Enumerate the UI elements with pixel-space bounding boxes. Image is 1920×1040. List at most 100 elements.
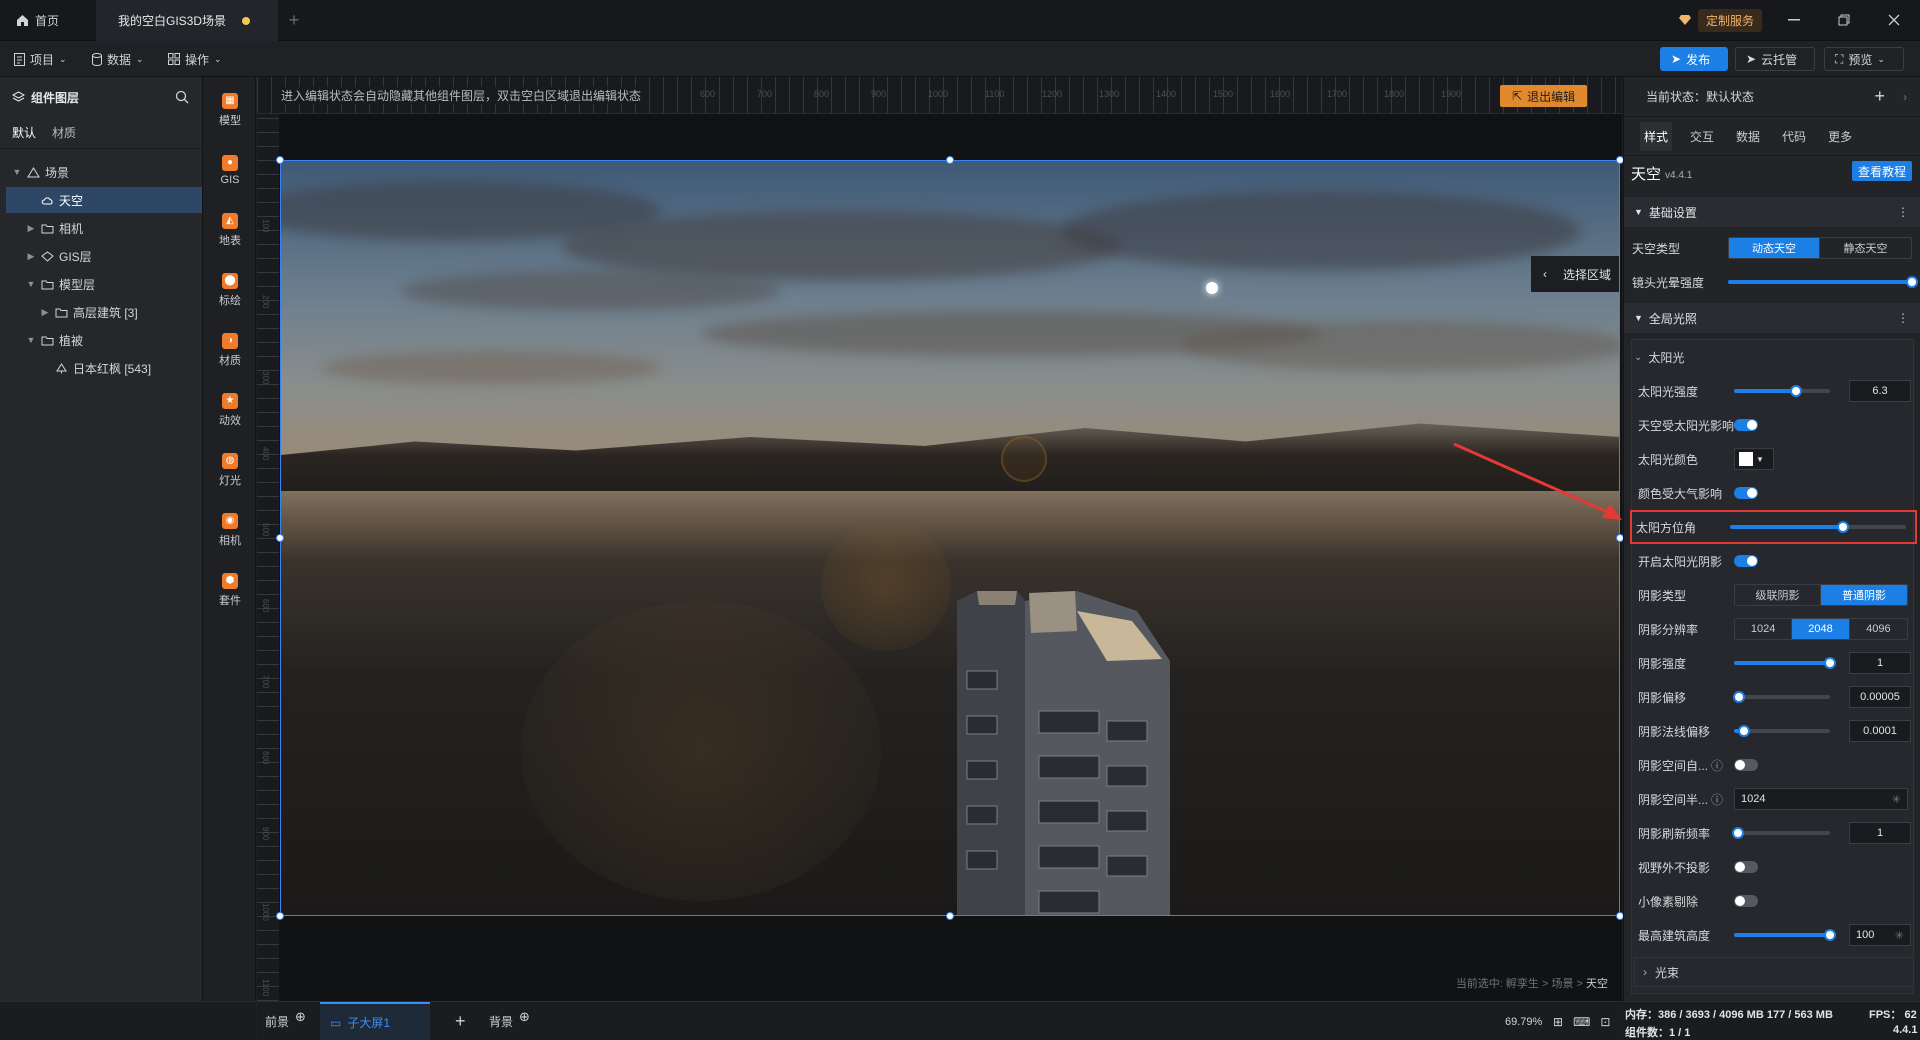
zoom-level[interactable]: 69.79%: [1505, 1002, 1542, 1040]
tree-item[interactable]: ▶ 高层建筑 [3]: [6, 299, 202, 325]
cloud-host-button[interactable]: ➤ 云托管: [1735, 47, 1815, 71]
tool-kit[interactable]: ⬢ 套件: [204, 565, 256, 615]
lens-flare-slider[interactable]: [1728, 276, 1918, 288]
resize-handle[interactable]: [276, 156, 284, 164]
tab-material[interactable]: 材质: [52, 124, 76, 141]
resize-handle[interactable]: [276, 912, 284, 920]
sun-color-picker[interactable]: ▼: [1734, 448, 1774, 470]
caret-down-icon[interactable]: ▼: [26, 335, 36, 345]
custom-service-button[interactable]: 定制服务: [1678, 8, 1763, 32]
background-tab[interactable]: 背景 ⊕: [489, 1002, 530, 1040]
caret-right-icon[interactable]: ▶: [40, 307, 50, 318]
caret-right-icon[interactable]: ▶: [26, 223, 36, 234]
beam-section-header[interactable]: › 光束: [1634, 957, 1914, 987]
sky-scene-viewport[interactable]: ‹ 选择区域: [280, 160, 1620, 916]
home-tab[interactable]: 首页: [16, 0, 59, 41]
more-vertical-icon[interactable]: ⋮: [1897, 205, 1909, 219]
preview-button[interactable]: ⛶ 预览 ⌄: [1824, 47, 1904, 71]
resize-handle[interactable]: [276, 534, 284, 542]
tool-model[interactable]: ▦ 模型: [204, 85, 256, 135]
add-circle-icon[interactable]: ⊕: [295, 1009, 306, 1025]
tool-effect[interactable]: ★ 动效: [204, 385, 256, 435]
restore-button[interactable]: [1824, 6, 1864, 34]
add-screen-button[interactable]: +: [455, 1002, 466, 1040]
tab-interaction[interactable]: 交互: [1686, 122, 1718, 151]
minimize-button[interactable]: [1774, 6, 1814, 34]
tool-gis[interactable]: ● GIS: [204, 145, 256, 195]
tab-default[interactable]: 默认: [12, 124, 36, 141]
max-building-input[interactable]: 100 ✳: [1849, 924, 1911, 946]
help-icon[interactable]: ⓘ: [1711, 791, 1723, 808]
chevron-right-icon[interactable]: ›: [1903, 90, 1907, 104]
tab-code[interactable]: 代码: [1778, 122, 1810, 151]
color-atmo-toggle[interactable]: [1734, 487, 1758, 499]
tab-style[interactable]: 样式: [1640, 121, 1673, 151]
tree-item[interactable]: ▼ 场景: [6, 159, 202, 185]
sky-type-static[interactable]: 静态天空: [1820, 238, 1911, 258]
sun-shadow-toggle[interactable]: [1734, 555, 1758, 567]
keyboard-icon[interactable]: ⌨: [1573, 1015, 1590, 1029]
shadow-res-2048[interactable]: 2048: [1792, 619, 1850, 639]
view-tutorial-button[interactable]: 查看教程: [1851, 161, 1912, 181]
basic-settings-header[interactable]: ▼ 基础设置 ⋮: [1624, 197, 1920, 227]
caret-right-icon[interactable]: ▶: [26, 251, 36, 262]
tree-item[interactable]: 日本红枫 [543]: [6, 355, 202, 381]
shadow-strength-input[interactable]: 1: [1849, 652, 1911, 674]
document-tab[interactable]: 我的空白GIS3D场景: [96, 0, 278, 41]
data-menu[interactable]: 数据 ⌄: [92, 41, 144, 77]
shadow-space-radius-input[interactable]: 1024 ✳: [1734, 788, 1908, 810]
tree-item[interactable]: ▼ 模型层: [6, 271, 202, 297]
more-vertical-icon[interactable]: ⋮: [1897, 311, 1909, 325]
shadow-refresh-input[interactable]: 1: [1849, 822, 1911, 844]
sunlight-header[interactable]: ⌄ 太阳光: [1634, 343, 1920, 371]
shadow-res-4096[interactable]: 4096: [1850, 619, 1907, 639]
tree-item[interactable]: ▼ 植被: [6, 327, 202, 353]
new-tab-button[interactable]: +: [276, 0, 312, 41]
add-state-button[interactable]: +: [1874, 86, 1885, 107]
project-menu[interactable]: 项目 ⌄: [14, 41, 67, 77]
shadow-normal-bias-slider[interactable]: [1734, 725, 1830, 737]
tree-item[interactable]: 天空: [6, 187, 202, 213]
shadow-type-normal[interactable]: 普通阴影: [1821, 585, 1907, 605]
tool-material[interactable]: ◑ 材质: [204, 325, 256, 375]
sky-affected-toggle[interactable]: [1734, 419, 1758, 431]
exit-edit-button[interactable]: ⇱ 退出编辑: [1500, 85, 1588, 107]
tree-item[interactable]: ▶ GIS层: [6, 243, 202, 269]
tool-marker[interactable]: ⬤ 标绘: [204, 265, 256, 315]
sub-screen-tab[interactable]: ▭ 子大屏1: [320, 1002, 430, 1040]
tool-light[interactable]: ◍ 灯光: [204, 445, 256, 495]
no-cast-outside-toggle[interactable]: [1734, 861, 1758, 873]
fit-screen-icon[interactable]: ⊞: [1553, 1015, 1563, 1029]
shadow-space-auto-toggle[interactable]: [1734, 759, 1758, 771]
help-icon[interactable]: ⓘ: [1711, 757, 1723, 774]
sun-azimuth-slider[interactable]: [1730, 521, 1906, 533]
caret-down-icon[interactable]: ▼: [12, 167, 22, 177]
close-button[interactable]: [1874, 6, 1914, 34]
sun-intensity-slider[interactable]: [1734, 385, 1830, 397]
tree-item[interactable]: ▶ 相机: [6, 215, 202, 241]
operate-menu[interactable]: 操作 ⌄: [168, 41, 222, 77]
current-state[interactable]: 当前状态：默认状态 + ›: [1624, 77, 1920, 117]
shadow-bias-slider[interactable]: [1732, 691, 1830, 703]
resize-handle[interactable]: [946, 912, 954, 920]
shadow-normal-bias-input[interactable]: 0.0001: [1849, 720, 1911, 742]
max-building-slider[interactable]: [1734, 929, 1836, 941]
tool-camera[interactable]: ◉ 相机: [204, 505, 256, 555]
tab-data[interactable]: 数据: [1732, 122, 1764, 151]
canvas-area[interactable]: 600 700 800 900 1000 1100 1200 1300 1400 1500 1600…: [257, 77, 1624, 1001]
terminal-icon[interactable]: ⊡: [1600, 1015, 1610, 1029]
select-area-button[interactable]: ‹ 选择区域: [1531, 256, 1619, 292]
sun-intensity-input[interactable]: 6.3: [1849, 380, 1911, 402]
tool-terrain[interactable]: ◭ 地表: [204, 205, 256, 255]
sky-type-dynamic[interactable]: 动态天空: [1729, 238, 1820, 258]
global-light-header[interactable]: ▼ 全局光照 ⋮: [1624, 303, 1920, 333]
resize-handle[interactable]: [946, 156, 954, 164]
search-icon[interactable]: [175, 90, 189, 104]
tab-more[interactable]: 更多: [1824, 122, 1856, 151]
caret-down-icon[interactable]: ▼: [26, 279, 36, 289]
foreground-tab[interactable]: 前景 ⊕: [265, 1002, 306, 1040]
publish-button[interactable]: ➤ 发布: [1660, 47, 1728, 71]
shadow-refresh-slider[interactable]: [1731, 827, 1830, 839]
add-circle-icon[interactable]: ⊕: [519, 1009, 530, 1025]
shadow-bias-input[interactable]: 0.00005: [1849, 686, 1911, 708]
